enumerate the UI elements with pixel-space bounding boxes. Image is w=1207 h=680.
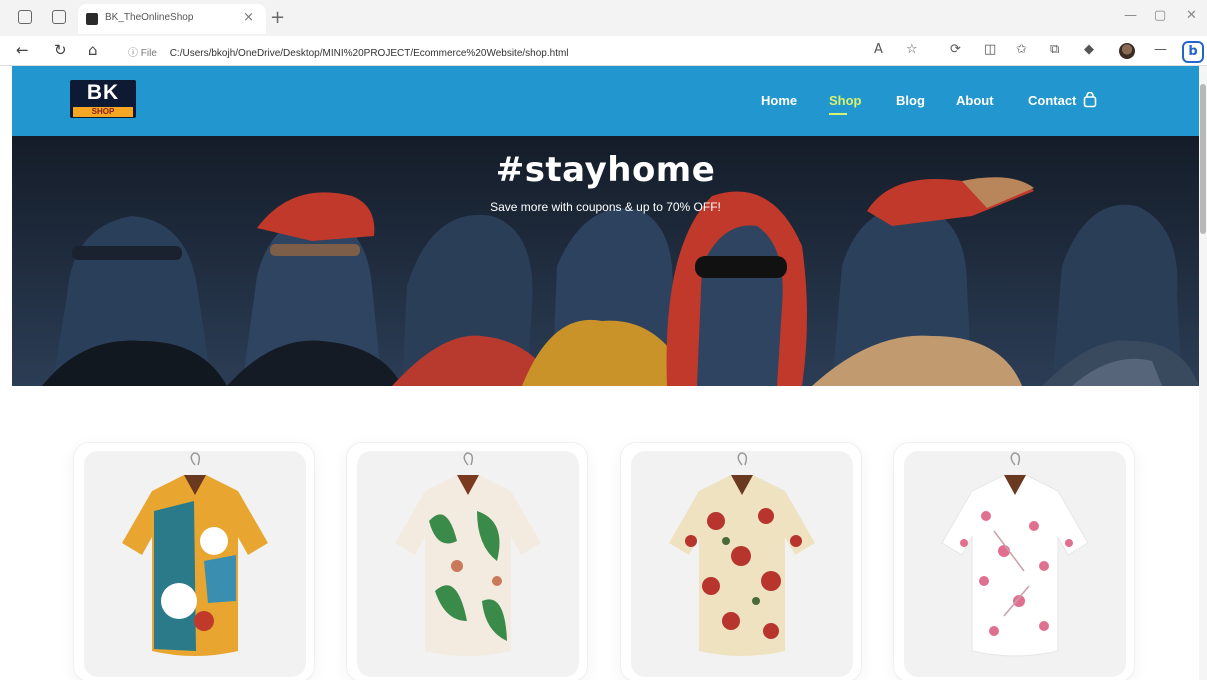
product-card[interactable] [346,442,588,680]
browser-tab[interactable]: BK_TheOnlineShop × [78,4,266,34]
shopping-bag-icon[interactable] [1083,91,1097,112]
home-icon[interactable]: ⌂ [88,41,98,59]
maximize-icon[interactable]: ▢ [1154,8,1166,23]
minimize-icon[interactable]: — [1124,8,1137,23]
scrollbar-thumb[interactable] [1200,84,1206,234]
new-tab-button[interactable]: + [270,7,285,28]
product-image[interactable] [84,451,306,677]
logo-text: BK [86,81,120,104]
website: BK SHOP Home Shop Blog About Contact #st… [12,66,1199,680]
product-card[interactable] [73,442,315,680]
hero-title: #stayhome [495,150,716,190]
site-favicon-icon [86,13,98,25]
nav-blog[interactable]: Blog [896,93,925,108]
nav-home[interactable]: Home [761,93,797,108]
shopping-icon[interactable]: ◆ [1084,42,1094,57]
read-aloud-icon[interactable]: A [874,42,883,57]
browser-tab-bar: BK_TheOnlineShop × + — ▢ ✕ [0,0,1207,36]
tab-title: BK_TheOnlineShop [105,12,194,23]
settings-menu-icon[interactable]: — [1154,42,1167,57]
favorites-icon[interactable]: ✩ [1016,42,1027,57]
product-grid [12,386,1199,680]
product-card[interactable] [893,442,1135,680]
profile-avatar[interactable] [1119,43,1135,59]
product-image[interactable] [631,451,853,677]
page-scrollbar[interactable] [1199,66,1207,680]
collections-icon[interactable]: ⧉ [1050,42,1059,57]
workspaces-icon[interactable] [18,10,32,24]
nav-shop[interactable]: Shop [829,93,862,115]
nav-shop-label: Shop [829,93,862,108]
file-info-label: ⓘ File [128,48,157,59]
hero-subtitle: Save more with coupons & up to 70% OFF! [490,200,721,214]
url-field[interactable]: ⓘ File C:/Users/bkojh/OneDrive/Desktop/M… [128,44,569,59]
close-window-icon[interactable]: ✕ [1186,8,1197,23]
logo-subtext: SHOP [73,107,133,117]
tab-close-icon[interactable]: × [243,10,254,25]
back-icon[interactable]: ← [16,41,29,59]
favorite-star-icon[interactable]: ☆ [906,42,918,57]
product-card[interactable] [620,442,862,680]
nav-about[interactable]: About [956,93,994,108]
site-header: BK SHOP Home Shop Blog About Contact [12,66,1199,136]
tab-actions-icon[interactable] [52,10,66,24]
url-text: C:/Users/bkojh/OneDrive/Desktop/MINI%20P… [169,48,569,59]
product-image[interactable] [357,451,579,677]
bing-copilot-icon[interactable]: b [1182,41,1204,63]
site-logo[interactable]: BK SHOP [70,80,136,118]
split-screen-icon[interactable]: ◫ [984,42,996,57]
hero-banner: #stayhome Save more with coupons & up to… [12,136,1199,386]
extensions-icon[interactable]: ⟳ [950,42,961,57]
product-image[interactable] [904,451,1126,677]
active-underline [829,113,847,115]
address-bar: ← ↻ ⌂ ⓘ File C:/Users/bkojh/OneDrive/Des… [0,36,1207,66]
nav-contact[interactable]: Contact [1028,93,1076,108]
refresh-icon[interactable]: ↻ [54,41,67,59]
